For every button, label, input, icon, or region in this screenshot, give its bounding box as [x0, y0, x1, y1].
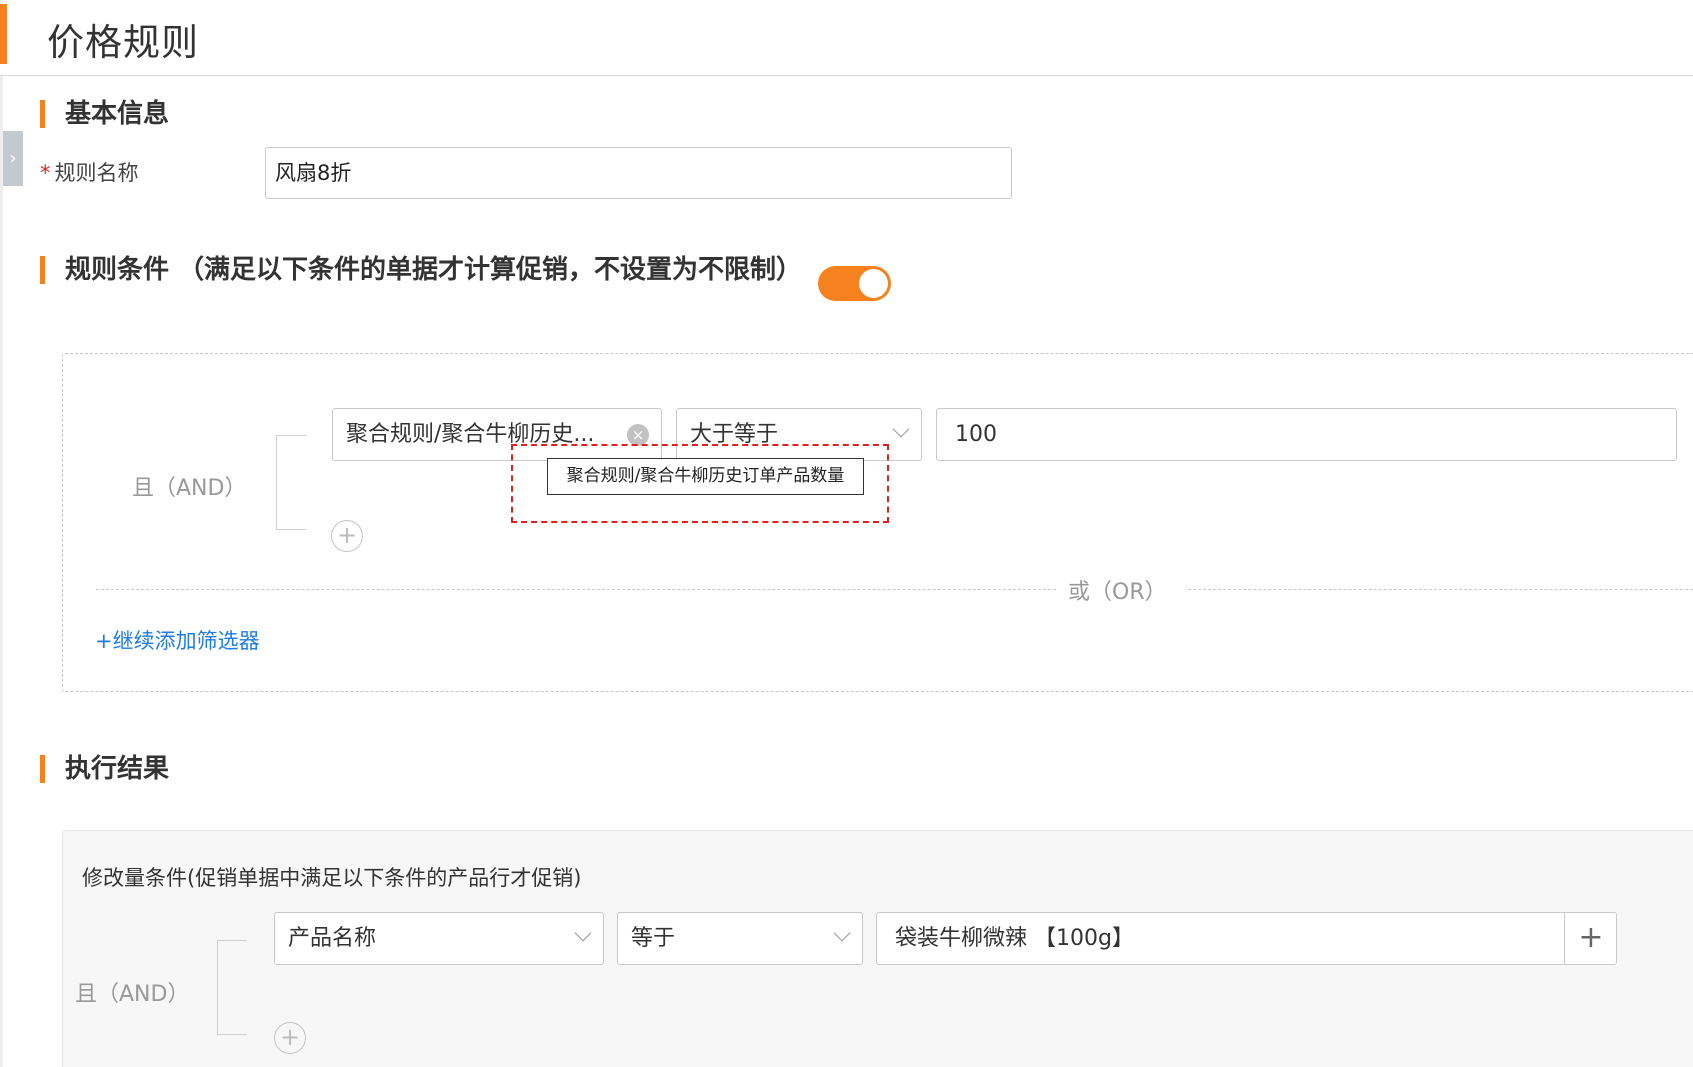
or-divider-right — [1188, 589, 1693, 590]
result-operator-value: 等于 — [631, 926, 676, 951]
result-description: 修改量条件(促销单据中满足以下条件的产品行才促销) — [82, 866, 582, 890]
section-title-result: 执行结果 — [40, 755, 169, 783]
toggle-knob — [859, 269, 888, 298]
conditions-toggle[interactable] — [818, 266, 891, 301]
result-field-value: 产品名称 — [288, 926, 377, 951]
chevron-down-icon — [892, 420, 910, 438]
add-filter-link[interactable]: +继续添加筛选器 — [95, 625, 260, 655]
chevron-down-icon — [574, 924, 592, 942]
highlight-box — [511, 444, 889, 523]
section-title-conditions: 规则条件 （满足以下条件的单据才计算促销，不设置为不限制） — [40, 256, 802, 284]
expand-sidebar-icon[interactable]: › — [3, 131, 23, 186]
rule-name-input[interactable]: 风扇8折 — [265, 147, 1012, 199]
header-accent-bar — [0, 4, 7, 64]
clear-icon[interactable]: × — [627, 424, 649, 446]
page-title: 价格规则 — [47, 21, 199, 64]
rule-name-label-text: 规则名称 — [54, 161, 139, 185]
and-group-label: 且（AND） — [132, 476, 247, 501]
price-rule-page: 价格规则 › 基本信息 * 规则名称 风扇8折 规则条件 （满足以下条件的单据才计… — [0, 0, 1693, 1067]
add-result-condition-icon[interactable]: + — [274, 1022, 306, 1054]
page-header: 价格规则 — [0, 0, 1693, 76]
required-mark: * — [40, 161, 51, 185]
or-divider-left — [96, 589, 1056, 590]
result-product-value: 袋装牛柳微辣 【100g】 — [895, 926, 1134, 951]
section-title-basic-info: 基本信息 — [40, 100, 169, 128]
result-product-input[interactable]: 袋装牛柳微辣 【100g】 — [876, 912, 1617, 965]
or-label: 或（OR） — [1068, 580, 1167, 605]
result-and-group-label: 且（AND） — [75, 982, 190, 1007]
and-bracket — [276, 435, 306, 530]
add-condition-icon[interactable]: + — [331, 520, 363, 552]
condition-value-input[interactable]: 100 — [936, 408, 1677, 461]
result-and-bracket — [217, 940, 247, 1035]
result-field-select[interactable]: 产品名称 — [274, 912, 604, 965]
result-operator-select[interactable]: 等于 — [617, 912, 863, 965]
add-product-button[interactable]: + — [1564, 912, 1617, 965]
left-rail — [0, 76, 3, 1067]
chevron-down-icon — [833, 924, 851, 942]
rule-name-label: * 规则名称 — [40, 157, 139, 187]
